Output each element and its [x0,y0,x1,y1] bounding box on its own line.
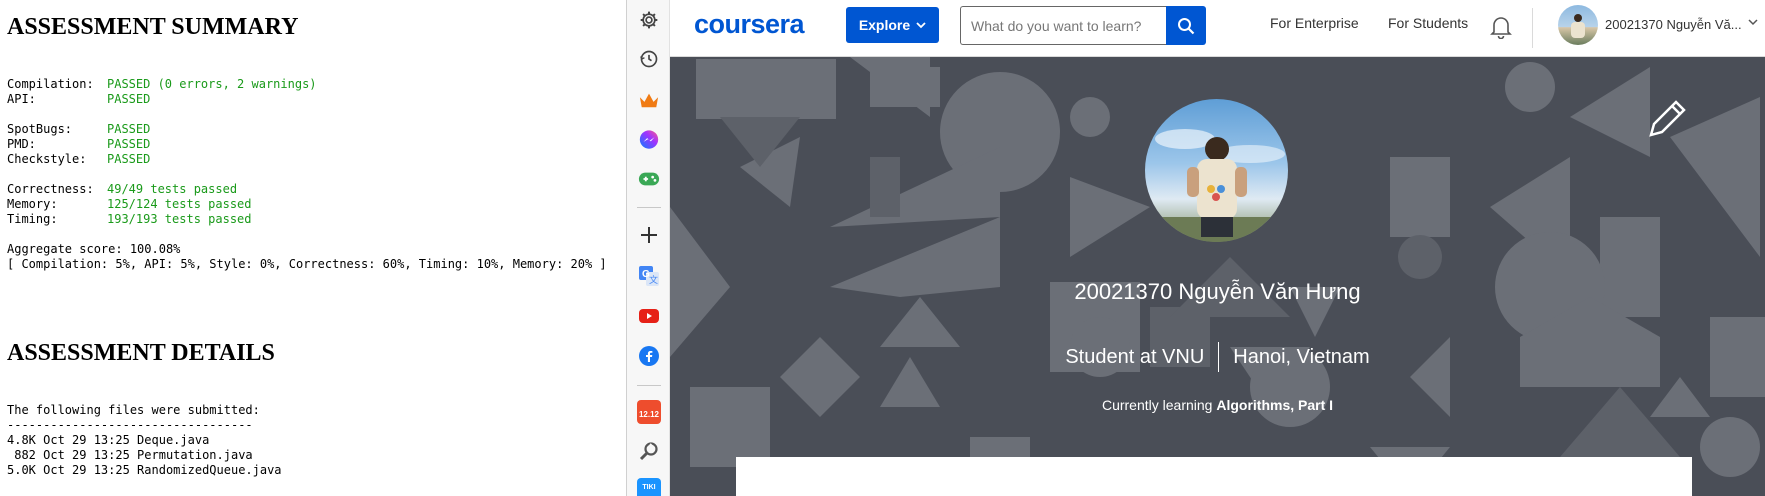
messenger-icon[interactable] [638,129,660,151]
tiki-icon[interactable]: TIKI [637,478,661,496]
profile-location: Hanoi, Vietnam [1233,345,1370,368]
facebook-icon[interactable] [638,345,660,367]
search-icon [1178,17,1195,34]
summary-row-pmd: PMD: PASSED [7,137,151,151]
details-heading: ASSESSMENT DETAILS [7,340,275,366]
youtube-icon[interactable] [638,305,660,327]
summary-row-compilation: Compilation: PASSED (0 errors, 2 warnings… [7,77,317,91]
translate-icon[interactable]: G文 [638,265,660,287]
score-weights: [ Compilation: 5%, API: 5%, Style: 0%, C… [7,257,607,271]
chevron-down-icon[interactable] [1748,19,1758,26]
meta-divider [1218,342,1220,372]
file-row: 882 Oct 29 13:25 Permutation.java [7,448,253,462]
edit-pencil-icon[interactable] [1645,97,1689,145]
history-icon[interactable] [638,48,660,70]
profile-name: 20021370 Nguyễn Văn Hưng [1074,279,1361,304]
wrench-icon[interactable] [638,440,660,462]
currently-learning: Currently learning Algorithms, Part I [1101,397,1334,413]
assessment-report: ASSESSMENT SUMMARY Compilation: PASSED (0… [0,0,626,496]
summary-heading: ASSESSMENT SUMMARY [7,14,299,40]
profile-meta: Student at VNU Hanoi, Vietnam [670,342,1765,372]
files-block: The following files were submitted: -----… [7,403,282,478]
files-intro: The following files were submitted: [7,403,260,417]
user-menu-name[interactable]: 20021370 Nguyễn Vă... [1605,17,1745,32]
profile-avatar[interactable] [1145,99,1288,242]
aggregate-score: Aggregate score: 100.08% [7,242,181,256]
nav-divider [1532,8,1533,48]
chevron-down-icon [916,21,926,28]
profile-banner: 20021370 Nguyễn Văn Hưng Student at VNU … [670,57,1765,496]
add-icon[interactable] [638,224,660,246]
profile-card [736,457,1692,496]
summary-row-spotbugs: SpotBugs: PASSED [7,122,151,136]
search-input[interactable] [960,6,1166,45]
crown-icon[interactable] [638,89,660,111]
bell-icon[interactable] [1488,13,1514,40]
gear-icon[interactable] [638,9,660,31]
sidebar-divider [637,385,661,386]
profile-role: Student at VNU [1065,345,1205,368]
files-rule: ---------------------------------- [7,418,253,432]
explore-button[interactable]: Explore [846,7,939,43]
sidebar-divider [637,207,661,208]
avatar[interactable] [1558,5,1598,45]
summary-row-correctness: Correctness: 49/49 tests passed [7,182,238,196]
shopee-icon[interactable]: 12.12 [637,400,661,424]
current-course-link[interactable]: Algorithms, Part I [1216,397,1333,413]
coursera-profile-page: 20021370 Nguyễn Văn Hưng Student at VNU … [670,0,1765,496]
search-button[interactable] [1166,6,1206,45]
summary-row-memory: Memory: 125/124 tests passed [7,197,252,211]
summary-row-checkstyle: Checkstyle: PASSED [7,152,151,166]
gamepad-icon[interactable] [638,168,660,190]
svg-text:文: 文 [649,274,658,285]
summary-row-timing: Timing: 193/193 tests passed [7,212,252,226]
for-students-link[interactable]: For Students [1388,15,1468,31]
coursera-header: coursera Explore For Enterprise For Stud… [670,0,1765,57]
coursera-logo[interactable]: coursera [694,9,805,40]
summary-block: Compilation: PASSED (0 errors, 2 warnings… [7,77,607,272]
browser-sidebar: G文 12.12 TIKI [626,0,670,496]
file-row: 5.0K Oct 29 13:25 RandomizedQueue.java [7,463,282,477]
summary-row-api: API: PASSED [7,92,151,106]
file-row: 4.8K Oct 29 13:25 Deque.java [7,433,210,447]
for-enterprise-link[interactable]: For Enterprise [1270,15,1359,31]
